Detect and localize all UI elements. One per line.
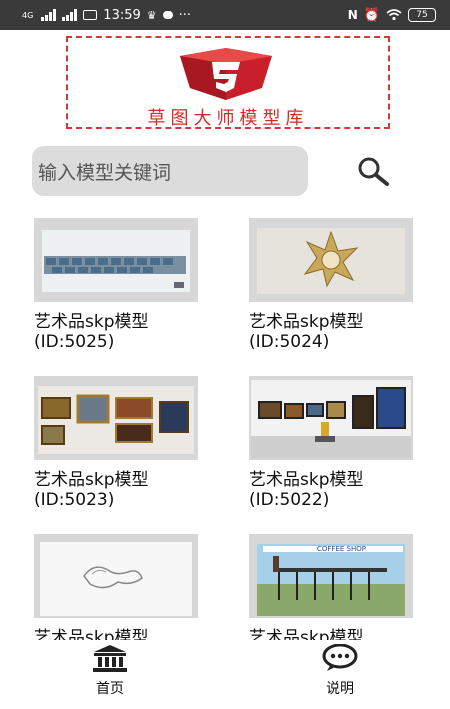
model-card[interactable]: 艺术品skp模型 (ID:5025) xyxy=(34,218,204,352)
model-title: 艺术品skp模型 xyxy=(34,470,149,490)
search-placeholder: 输入模型关键词 xyxy=(38,161,172,184)
sim-icon xyxy=(83,10,98,20)
nav-about-label: 说明 xyxy=(326,681,354,697)
crown-icon: ♛ xyxy=(146,8,157,22)
model-card[interactable]: 艺术品skp模型 xyxy=(34,534,204,640)
network-type: 4G xyxy=(22,10,34,20)
bottom-nav: 首页 说明 xyxy=(0,640,450,709)
wifi-icon xyxy=(386,9,402,21)
search-input[interactable]: 输入模型关键词 xyxy=(32,146,308,196)
model-id: (ID:5025) xyxy=(34,332,115,352)
model-title: 艺术品skp模型 xyxy=(34,312,149,332)
model-thumbnail: COFFEE SHOP xyxy=(249,534,413,618)
chat-icon xyxy=(322,643,358,671)
model-card[interactable]: 艺术品skp模型 (ID:5023) xyxy=(34,376,204,510)
model-title: 艺术品skp模型 xyxy=(249,312,364,332)
nav-home-label: 首页 xyxy=(96,681,124,697)
status-left: 4G 13:59 ♛ ··· xyxy=(22,8,191,23)
model-id: (ID:5024) xyxy=(249,332,330,352)
status-bar: 4G 13:59 ♛ ··· N ⏰ 75 xyxy=(0,0,450,30)
model-title: 艺术品skp模型 xyxy=(34,628,149,640)
app-logo-banner: 草图大师模型库 xyxy=(66,36,390,129)
nfc-icon: N xyxy=(347,8,358,22)
model-id: (ID:5023) xyxy=(34,490,115,510)
app-title: 草图大师模型库 xyxy=(147,108,309,129)
signal-icon-2 xyxy=(62,9,78,21)
model-id: (ID:5022) xyxy=(249,490,330,510)
model-thumbnail xyxy=(34,534,198,618)
model-thumbnail xyxy=(249,376,413,460)
search-icon[interactable] xyxy=(352,152,394,192)
status-right: N ⏰ 75 xyxy=(348,8,436,23)
status-time: 13:59 xyxy=(103,7,141,23)
logo-icon xyxy=(180,48,272,100)
model-card[interactable]: COFFEE SHOP 艺术品skp模型 xyxy=(249,534,414,640)
model-thumbnail xyxy=(34,376,198,460)
nav-home[interactable]: 首页 xyxy=(80,644,140,698)
model-grid: 艺术品skp模型 (ID:5025) 艺术品skp模型 (ID:5024) 艺术… xyxy=(34,218,414,640)
alarm-icon: ⏰ xyxy=(363,7,380,23)
model-thumbnail xyxy=(34,218,198,302)
model-title: 艺术品skp模型 xyxy=(249,470,364,490)
more-icon: ··· xyxy=(178,7,192,23)
model-card[interactable]: 艺术品skp模型 (ID:5022) xyxy=(249,376,414,510)
model-card[interactable]: 艺术品skp模型 (ID:5024) xyxy=(249,218,414,352)
signal-icon xyxy=(41,9,57,21)
nav-about[interactable]: 说明 xyxy=(310,643,370,698)
model-thumbnail xyxy=(249,218,413,302)
coffee-shop-sign: COFFEE SHOP xyxy=(317,545,366,553)
chat-bubble-icon xyxy=(162,11,173,19)
model-title: 艺术品skp模型 xyxy=(249,628,364,640)
battery-icon: 75 xyxy=(408,8,436,22)
home-icon xyxy=(93,645,127,672)
